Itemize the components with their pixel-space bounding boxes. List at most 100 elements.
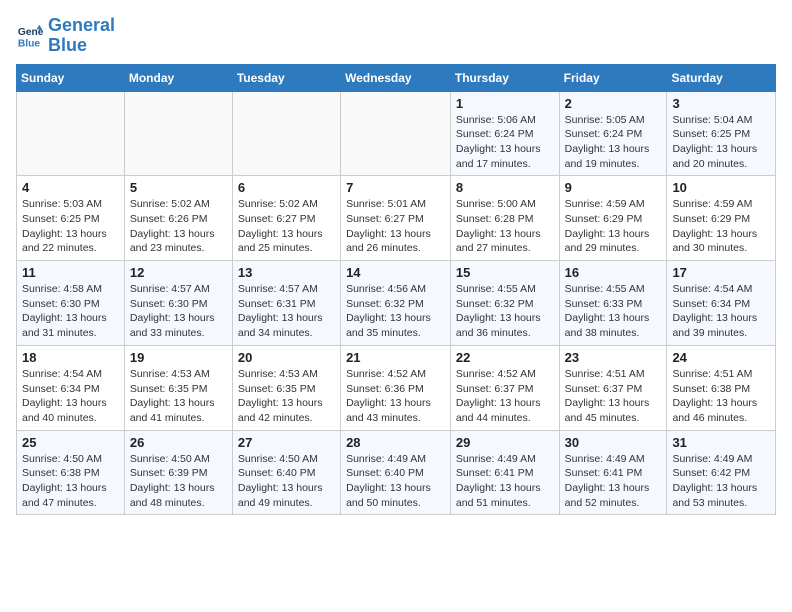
day-detail: Sunrise: 4:49 AM Sunset: 6:41 PM Dayligh… [565,452,662,511]
header-cell-sunday: Sunday [17,64,125,91]
week-row-1: 1 Sunrise: 5:06 AM Sunset: 6:24 PM Daylig… [17,91,776,176]
day-number: 5 [130,180,227,195]
calendar-cell: 30 Sunrise: 4:49 AM Sunset: 6:41 PM Dayli… [559,430,667,515]
logo-text: GeneralBlue [48,16,115,56]
calendar-cell: 11 Sunrise: 4:58 AM Sunset: 6:30 PM Dayli… [17,261,125,346]
day-detail: Sunrise: 4:49 AM Sunset: 6:42 PM Dayligh… [672,452,770,511]
calendar-header: SundayMondayTuesdayWednesdayThursdayFrid… [17,64,776,91]
day-number: 30 [565,435,662,450]
week-row-3: 11 Sunrise: 4:58 AM Sunset: 6:30 PM Dayli… [17,261,776,346]
calendar-cell: 26 Sunrise: 4:50 AM Sunset: 6:39 PM Dayli… [124,430,232,515]
day-number: 15 [456,265,554,280]
day-detail: Sunrise: 5:02 AM Sunset: 6:26 PM Dayligh… [130,197,227,256]
week-row-2: 4 Sunrise: 5:03 AM Sunset: 6:25 PM Daylig… [17,176,776,261]
calendar-cell [232,91,340,176]
header-cell-friday: Friday [559,64,667,91]
day-detail: Sunrise: 4:52 AM Sunset: 6:37 PM Dayligh… [456,367,554,426]
day-number: 1 [456,96,554,111]
calendar-cell: 18Sunrise: 4:54 AM Sunset: 6:34 PM Dayli… [17,345,125,430]
day-number: 14 [346,265,445,280]
day-detail: Sunrise: 4:55 AM Sunset: 6:32 PM Dayligh… [456,282,554,341]
day-detail: Sunrise: 4:57 AM Sunset: 6:30 PM Dayligh… [130,282,227,341]
day-number: 8 [456,180,554,195]
calendar-cell: 6 Sunrise: 5:02 AM Sunset: 6:27 PM Daylig… [232,176,340,261]
day-detail: Sunrise: 4:59 AM Sunset: 6:29 PM Dayligh… [565,197,662,256]
day-number: 24 [672,350,770,365]
day-number: 12 [130,265,227,280]
calendar-cell: 10 Sunrise: 4:59 AM Sunset: 6:29 PM Dayli… [667,176,776,261]
day-number: 10 [672,180,770,195]
calendar-cell: 20 Sunrise: 4:53 AM Sunset: 6:35 PM Dayli… [232,345,340,430]
header-cell-tuesday: Tuesday [232,64,340,91]
calendar-cell: 28 Sunrise: 4:49 AM Sunset: 6:40 PM Dayli… [341,430,451,515]
calendar-cell: 23 Sunrise: 4:51 AM Sunset: 6:37 PM Dayli… [559,345,667,430]
svg-text:Blue: Blue [18,38,41,49]
calendar-cell: 16 Sunrise: 4:55 AM Sunset: 6:33 PM Dayli… [559,261,667,346]
day-detail: Sunrise: 4:50 AM Sunset: 6:40 PM Dayligh… [238,452,335,511]
day-detail: Sunrise: 4:55 AM Sunset: 6:33 PM Dayligh… [565,282,662,341]
calendar-cell: 3Sunrise: 5:04 AM Sunset: 6:25 PM Daylig… [667,91,776,176]
day-detail: Sunrise: 4:54 AM Sunset: 6:34 PM Dayligh… [22,367,119,426]
day-number: 9 [565,180,662,195]
day-detail: Sunrise: 4:53 AM Sunset: 6:35 PM Dayligh… [238,367,335,426]
page-header: General Blue GeneralBlue [16,16,776,56]
day-detail: Sunrise: 4:50 AM Sunset: 6:38 PM Dayligh… [22,452,119,511]
day-number: 23 [565,350,662,365]
day-number: 22 [456,350,554,365]
day-number: 20 [238,350,335,365]
day-number: 13 [238,265,335,280]
day-number: 7 [346,180,445,195]
calendar-cell: 7 Sunrise: 5:01 AM Sunset: 6:27 PM Daylig… [341,176,451,261]
calendar-cell: 21Sunrise: 4:52 AM Sunset: 6:36 PM Dayli… [341,345,451,430]
day-detail: Sunrise: 5:02 AM Sunset: 6:27 PM Dayligh… [238,197,335,256]
day-detail: Sunrise: 4:51 AM Sunset: 6:38 PM Dayligh… [672,367,770,426]
week-row-5: 25Sunrise: 4:50 AM Sunset: 6:38 PM Dayli… [17,430,776,515]
calendar-cell: 12 Sunrise: 4:57 AM Sunset: 6:30 PM Dayli… [124,261,232,346]
header-cell-wednesday: Wednesday [341,64,451,91]
day-detail: Sunrise: 4:49 AM Sunset: 6:41 PM Dayligh… [456,452,554,511]
header-cell-thursday: Thursday [450,64,559,91]
calendar-cell: 9 Sunrise: 4:59 AM Sunset: 6:29 PM Daylig… [559,176,667,261]
calendar-cell: 4 Sunrise: 5:03 AM Sunset: 6:25 PM Daylig… [17,176,125,261]
day-detail: Sunrise: 4:57 AM Sunset: 6:31 PM Dayligh… [238,282,335,341]
day-detail: Sunrise: 4:59 AM Sunset: 6:29 PM Dayligh… [672,197,770,256]
day-number: 11 [22,265,119,280]
day-number: 26 [130,435,227,450]
calendar-table: SundayMondayTuesdayWednesdayThursdayFrid… [16,64,776,516]
calendar-cell: 31Sunrise: 4:49 AM Sunset: 6:42 PM Dayli… [667,430,776,515]
calendar-cell: 2 Sunrise: 5:05 AM Sunset: 6:24 PM Daylig… [559,91,667,176]
day-number: 4 [22,180,119,195]
calendar-cell [17,91,125,176]
day-detail: Sunrise: 4:58 AM Sunset: 6:30 PM Dayligh… [22,282,119,341]
day-number: 2 [565,96,662,111]
day-detail: Sunrise: 5:04 AM Sunset: 6:25 PM Dayligh… [672,113,770,172]
day-detail: Sunrise: 5:05 AM Sunset: 6:24 PM Dayligh… [565,113,662,172]
calendar-cell: 27Sunrise: 4:50 AM Sunset: 6:40 PM Dayli… [232,430,340,515]
day-number: 16 [565,265,662,280]
calendar-cell: 24 Sunrise: 4:51 AM Sunset: 6:38 PM Dayli… [667,345,776,430]
day-detail: Sunrise: 4:49 AM Sunset: 6:40 PM Dayligh… [346,452,445,511]
header-cell-saturday: Saturday [667,64,776,91]
calendar-cell: 13 Sunrise: 4:57 AM Sunset: 6:31 PM Dayli… [232,261,340,346]
week-row-4: 18Sunrise: 4:54 AM Sunset: 6:34 PM Dayli… [17,345,776,430]
day-detail: Sunrise: 4:53 AM Sunset: 6:35 PM Dayligh… [130,367,227,426]
day-detail: Sunrise: 5:01 AM Sunset: 6:27 PM Dayligh… [346,197,445,256]
day-number: 28 [346,435,445,450]
day-detail: Sunrise: 5:03 AM Sunset: 6:25 PM Dayligh… [22,197,119,256]
logo: General Blue GeneralBlue [16,16,115,56]
day-number: 6 [238,180,335,195]
day-detail: Sunrise: 4:56 AM Sunset: 6:32 PM Dayligh… [346,282,445,341]
calendar-cell: 17Sunrise: 4:54 AM Sunset: 6:34 PM Dayli… [667,261,776,346]
calendar-cell: 5 Sunrise: 5:02 AM Sunset: 6:26 PM Daylig… [124,176,232,261]
logo-icon: General Blue [16,22,44,50]
calendar-cell: 19Sunrise: 4:53 AM Sunset: 6:35 PM Dayli… [124,345,232,430]
day-detail: Sunrise: 4:51 AM Sunset: 6:37 PM Dayligh… [565,367,662,426]
calendar-cell [341,91,451,176]
calendar-cell: 14 Sunrise: 4:56 AM Sunset: 6:32 PM Dayli… [341,261,451,346]
day-number: 29 [456,435,554,450]
day-detail: Sunrise: 4:50 AM Sunset: 6:39 PM Dayligh… [130,452,227,511]
day-detail: Sunrise: 5:06 AM Sunset: 6:24 PM Dayligh… [456,113,554,172]
day-number: 21 [346,350,445,365]
header-row: SundayMondayTuesdayWednesdayThursdayFrid… [17,64,776,91]
calendar-cell: 15 Sunrise: 4:55 AM Sunset: 6:32 PM Dayli… [450,261,559,346]
